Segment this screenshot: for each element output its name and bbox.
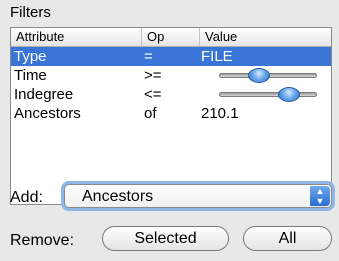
indegree-slider[interactable]	[219, 87, 317, 102]
remove-selected-button[interactable]: Selected	[102, 226, 229, 251]
time-slider[interactable]	[219, 68, 317, 83]
slider-knob[interactable]	[278, 87, 300, 102]
row-attribute: Indegree	[14, 86, 74, 103]
add-label: Add:	[10, 189, 43, 206]
remove-label: Remove:	[10, 232, 75, 249]
row-value[interactable]: FILE	[199, 47, 331, 66]
row-attribute: Type	[14, 48, 47, 65]
add-select-value: Ancestors	[82, 188, 154, 205]
row-op: <=	[144, 86, 162, 103]
row-attribute: Time	[14, 67, 47, 84]
table-row-type[interactable]: Type = FILE	[11, 47, 331, 66]
slider-track[interactable]	[219, 92, 317, 97]
row-value[interactable]: 210.1	[199, 104, 331, 123]
table-row-time[interactable]: Time >=	[11, 66, 331, 85]
row-op: =	[144, 48, 153, 65]
row-op: of	[144, 105, 157, 122]
column-header-value[interactable]: Value	[199, 28, 331, 46]
panel-title: Filters	[10, 4, 51, 21]
add-attribute-select[interactable]: Ancestors ▲ ▼	[64, 184, 332, 208]
column-header-op[interactable]: Op	[141, 28, 199, 46]
remove-all-button[interactable]: All	[243, 226, 332, 251]
table-row-indegree[interactable]: Indegree <=	[11, 85, 331, 104]
row-attribute: Ancestors	[14, 105, 81, 122]
select-arrows-icon[interactable]: ▲ ▼	[310, 186, 330, 206]
table-header: Attribute Op Value	[11, 28, 331, 47]
slider-knob[interactable]	[248, 68, 270, 83]
column-header-attribute[interactable]: Attribute	[11, 28, 141, 46]
row-value	[199, 66, 331, 85]
row-op: >=	[144, 67, 162, 84]
filter-table[interactable]: Attribute Op Value Type = FILE Time >= I…	[10, 27, 332, 205]
table-row-ancestors[interactable]: Ancestors of 210.1	[11, 104, 331, 123]
row-value	[199, 85, 331, 104]
